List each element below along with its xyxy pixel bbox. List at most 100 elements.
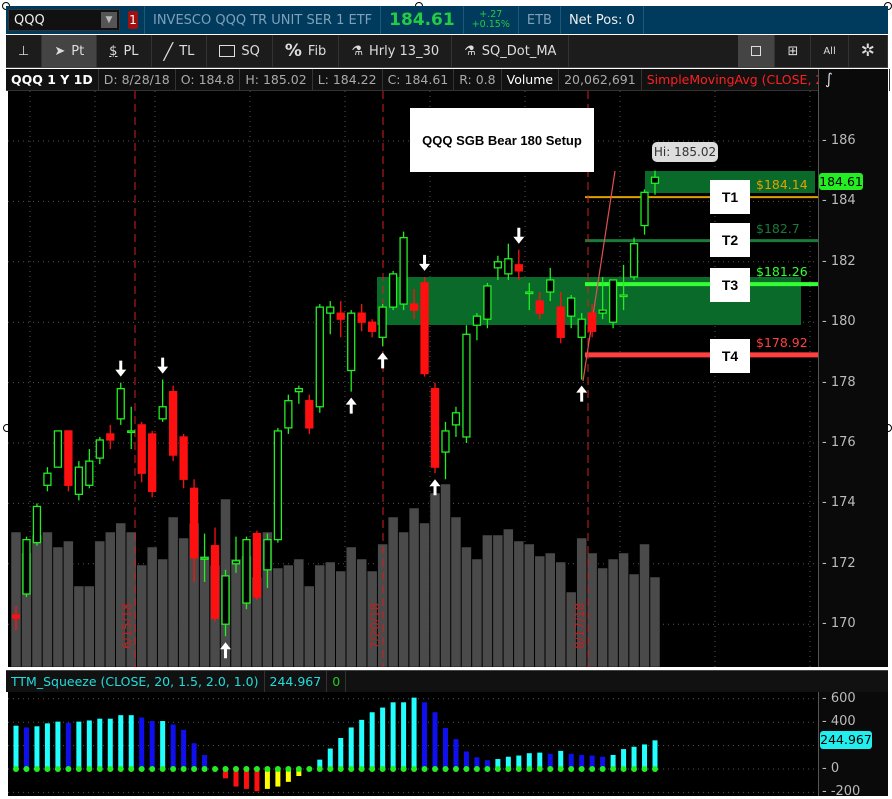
volume-bar xyxy=(283,564,294,667)
chart-title[interactable]: QQQ 1 Y 1D xyxy=(6,68,99,91)
tool-label: TL xyxy=(179,43,195,59)
volume-bar xyxy=(356,558,367,667)
single-layout-button[interactable] xyxy=(738,35,776,67)
candle-up xyxy=(546,279,555,293)
volume-bar xyxy=(167,516,179,667)
candle-up xyxy=(441,430,450,453)
symbol-header: QQQ ▼ 1 INVESCO QQQ TR UNIT SER 1 ETF 184… xyxy=(6,6,888,34)
chart-title-annotation[interactable]: QQQ SGB Bear 180 Setup xyxy=(410,108,594,172)
target-label-box[interactable]: T1 xyxy=(710,180,750,214)
squeeze-dot xyxy=(337,766,344,772)
link-group-badge[interactable]: 1 xyxy=(128,11,138,29)
squeeze-bar xyxy=(327,748,333,769)
candle-down xyxy=(430,387,440,468)
target-label-box[interactable]: T4 xyxy=(710,339,750,373)
symbol-selector[interactable]: QQQ ▼ xyxy=(8,9,120,31)
candle-down xyxy=(189,487,199,559)
volume-bar xyxy=(136,564,147,667)
ttm-squeeze-panel[interactable] xyxy=(8,692,818,796)
squeeze-dot xyxy=(295,766,302,772)
tool-label: Pt xyxy=(71,43,85,59)
bar-close: C: 184.61 xyxy=(383,68,455,91)
squeeze-dot xyxy=(138,766,145,772)
style-button[interactable]: ∫ xyxy=(818,69,888,91)
price-tick-label: - 186 xyxy=(822,133,856,148)
all-button[interactable]: All xyxy=(811,35,849,67)
squeeze-bar xyxy=(170,724,176,769)
squeeze-dot xyxy=(568,766,575,772)
candle-down xyxy=(210,545,220,619)
price-level-tool-button[interactable]: $ PL xyxy=(97,35,152,67)
settings-button[interactable]: ✲ xyxy=(849,35,888,67)
indicator-title[interactable]: TTM_Squeeze (CLOSE, 20, 1.5, 2.0, 1.0) xyxy=(6,670,265,693)
target-label-box[interactable]: T3 xyxy=(710,268,750,302)
price-tick-label: - 178 xyxy=(822,374,856,390)
candle-up xyxy=(43,472,52,486)
volume-bar xyxy=(628,573,640,667)
volume-bar xyxy=(345,546,357,667)
pin-icon: ⊥ xyxy=(18,43,30,59)
volume-value: 20,062,691 xyxy=(559,68,642,91)
bar-open: O: 184.8 xyxy=(176,68,241,91)
price-level-icon: $ xyxy=(109,43,118,59)
squeeze-dot xyxy=(557,766,564,772)
squeeze-dot xyxy=(327,766,334,772)
trendline-tool-button[interactable]: ╱ TL xyxy=(152,35,208,67)
volume-bar xyxy=(293,558,305,667)
volume-bar xyxy=(387,516,399,667)
study-sq-dot-button[interactable]: ⚗ SQ_Dot_MA xyxy=(452,35,570,67)
squeeze-dot xyxy=(222,766,229,772)
price-tick-label: - 172 xyxy=(822,555,856,571)
pointer-tool-button[interactable]: ➤ Pt xyxy=(42,35,98,67)
square-tool-button[interactable]: SQ xyxy=(207,35,273,67)
volume-bar xyxy=(146,546,158,667)
target-price-label: $178.92 xyxy=(756,334,808,350)
squeeze-canvas[interactable] xyxy=(8,692,818,796)
volume-bar xyxy=(471,558,483,667)
price-chart-canvas[interactable] xyxy=(8,91,818,667)
volume-bar xyxy=(31,534,43,667)
square-icon xyxy=(219,45,236,57)
squeeze-dot xyxy=(86,766,93,772)
volume-label[interactable]: Volume xyxy=(502,68,560,91)
squeeze-dot xyxy=(578,766,585,772)
price-chart[interactable]: QQQ SGB Bear 180 Setup Hi: 185.02 T1 $184… xyxy=(8,91,818,667)
last-price-tag: 184.61 xyxy=(819,173,863,190)
candle-down xyxy=(11,614,21,619)
squeeze-bar xyxy=(254,769,260,792)
target-label-box[interactable]: T2 xyxy=(710,223,750,257)
squeeze-bar xyxy=(422,702,428,769)
volume-bar xyxy=(157,558,168,667)
squeeze-bar xyxy=(23,727,29,769)
candle-up xyxy=(116,387,125,420)
bar-high: H: 185.02 xyxy=(240,68,313,91)
squeeze-dot xyxy=(128,766,135,772)
squeeze-bar xyxy=(348,727,354,769)
squeeze-dot xyxy=(505,766,512,772)
date-marker-label: 6/15/18 xyxy=(120,602,134,649)
volume-bar xyxy=(94,540,106,667)
candle-up xyxy=(22,538,31,595)
grid-layout-button[interactable]: ⊞ xyxy=(775,35,812,67)
bar-low: L: 184.22 xyxy=(313,68,383,91)
squeeze-bar xyxy=(359,719,365,769)
pin-button[interactable]: ⊥ xyxy=(6,35,43,67)
squeeze-dot xyxy=(610,766,617,772)
tool-label: SQ_Dot_MA xyxy=(481,43,557,59)
candle-up xyxy=(221,575,230,625)
fibonacci-tool-button[interactable]: % Fib xyxy=(273,35,340,67)
candle-up xyxy=(294,387,303,393)
squeeze-dot xyxy=(400,766,407,772)
symbol-input[interactable]: QQQ xyxy=(14,13,45,28)
tool-label: Fib xyxy=(307,43,327,59)
study-hrly-button[interactable]: ⚗ Hrly 13_30 xyxy=(339,35,453,67)
squeeze-dot xyxy=(641,766,648,772)
squeeze-bar xyxy=(181,729,187,769)
squeeze-bar xyxy=(149,721,155,769)
volume-bar xyxy=(534,555,546,667)
squeeze-dot xyxy=(620,766,627,772)
chevron-down-icon[interactable]: ▼ xyxy=(101,12,117,28)
squeeze-dot xyxy=(369,766,376,772)
net-position: Net Pos: 0 xyxy=(559,6,644,34)
squeeze-dot xyxy=(390,766,397,772)
